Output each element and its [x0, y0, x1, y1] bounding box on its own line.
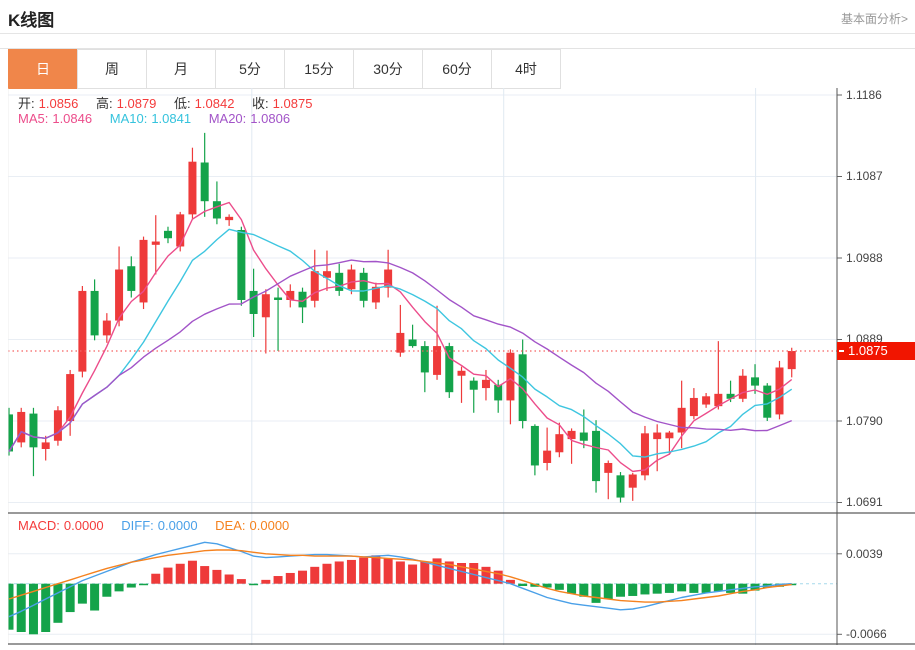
macd-legend: MACD: 0.0000 DIFF: 0.0000 DEA: 0.0000: [18, 518, 293, 533]
close-label: 收:: [252, 96, 269, 111]
y-axis-tick: 1.0988: [846, 250, 914, 266]
tab-15min[interactable]: 15分: [284, 49, 354, 89]
page-title: K线图: [8, 6, 54, 31]
diff-label: DIFF:: [121, 518, 154, 533]
low-label: 低:: [174, 96, 191, 111]
y-axis-tick: 1.1087: [846, 168, 914, 184]
y-axis-tick: 1.0790: [846, 413, 914, 429]
fundamental-analysis-link[interactable]: 基本面分析>: [841, 10, 908, 27]
high-value: 1.0879: [117, 96, 157, 111]
macd-axis-tick: -0.0066: [846, 626, 914, 642]
interval-tabs: 日 周 月 5分 15分 30分 60分 4时: [8, 49, 561, 89]
y-axis-tick: 1.1186: [846, 87, 914, 103]
tab-daily[interactable]: 日: [8, 49, 78, 89]
tab-4hour[interactable]: 4时: [491, 49, 561, 89]
tab-5min[interactable]: 5分: [215, 49, 285, 89]
open-value: 1.0856: [39, 96, 79, 111]
header: K线图 基本面分析>: [0, 0, 915, 34]
tab-monthly[interactable]: 月: [146, 49, 216, 89]
close-value: 1.0875: [273, 96, 313, 111]
kline-page: K线图 基本面分析> 日 周 月 5分 15分 30分 60分 4时 开: 1.0…: [0, 0, 915, 650]
ma10-value: 1.0841: [151, 111, 191, 126]
tab-30min[interactable]: 30分: [353, 49, 423, 89]
open-label: 开:: [18, 96, 35, 111]
interval-tabstrip: 日 周 月 5分 15分 30分 60分 4时: [0, 48, 915, 89]
ma5-label: MA5:: [18, 111, 48, 126]
dea-label: DEA:: [215, 518, 245, 533]
chart-region: 开: 1.0856 高: 1.0879 低: 1.0842 收: 1.0875 MA5:…: [8, 88, 915, 645]
ma20-value: 1.0806: [250, 111, 290, 126]
low-value: 1.0842: [195, 96, 235, 111]
dea-value: 0.0000: [250, 518, 290, 533]
y-axis-tick: 1.0691: [846, 494, 914, 510]
ma10-label: MA10:: [110, 111, 148, 126]
tab-weekly[interactable]: 周: [77, 49, 147, 89]
macd-label: MACD:: [18, 518, 60, 533]
diff-value: 0.0000: [158, 518, 198, 533]
ohlc-legend: 开: 1.0856 高: 1.0879 低: 1.0842 收: 1.0875: [18, 93, 316, 112]
ma-legend: MA5: 1.0846 MA10:1.0841 MA20:1.0806: [18, 111, 294, 126]
tab-60min[interactable]: 60分: [422, 49, 492, 89]
high-label: 高:: [96, 96, 113, 111]
macd-axis-tick: 0.0039: [846, 546, 914, 562]
macd-value: 0.0000: [64, 518, 104, 533]
candlestick-macd-canvas[interactable]: [8, 88, 915, 645]
ma5-value: 1.0846: [52, 111, 92, 126]
current-price-tag: 1.0875: [837, 342, 915, 360]
ma20-label: MA20:: [209, 111, 247, 126]
